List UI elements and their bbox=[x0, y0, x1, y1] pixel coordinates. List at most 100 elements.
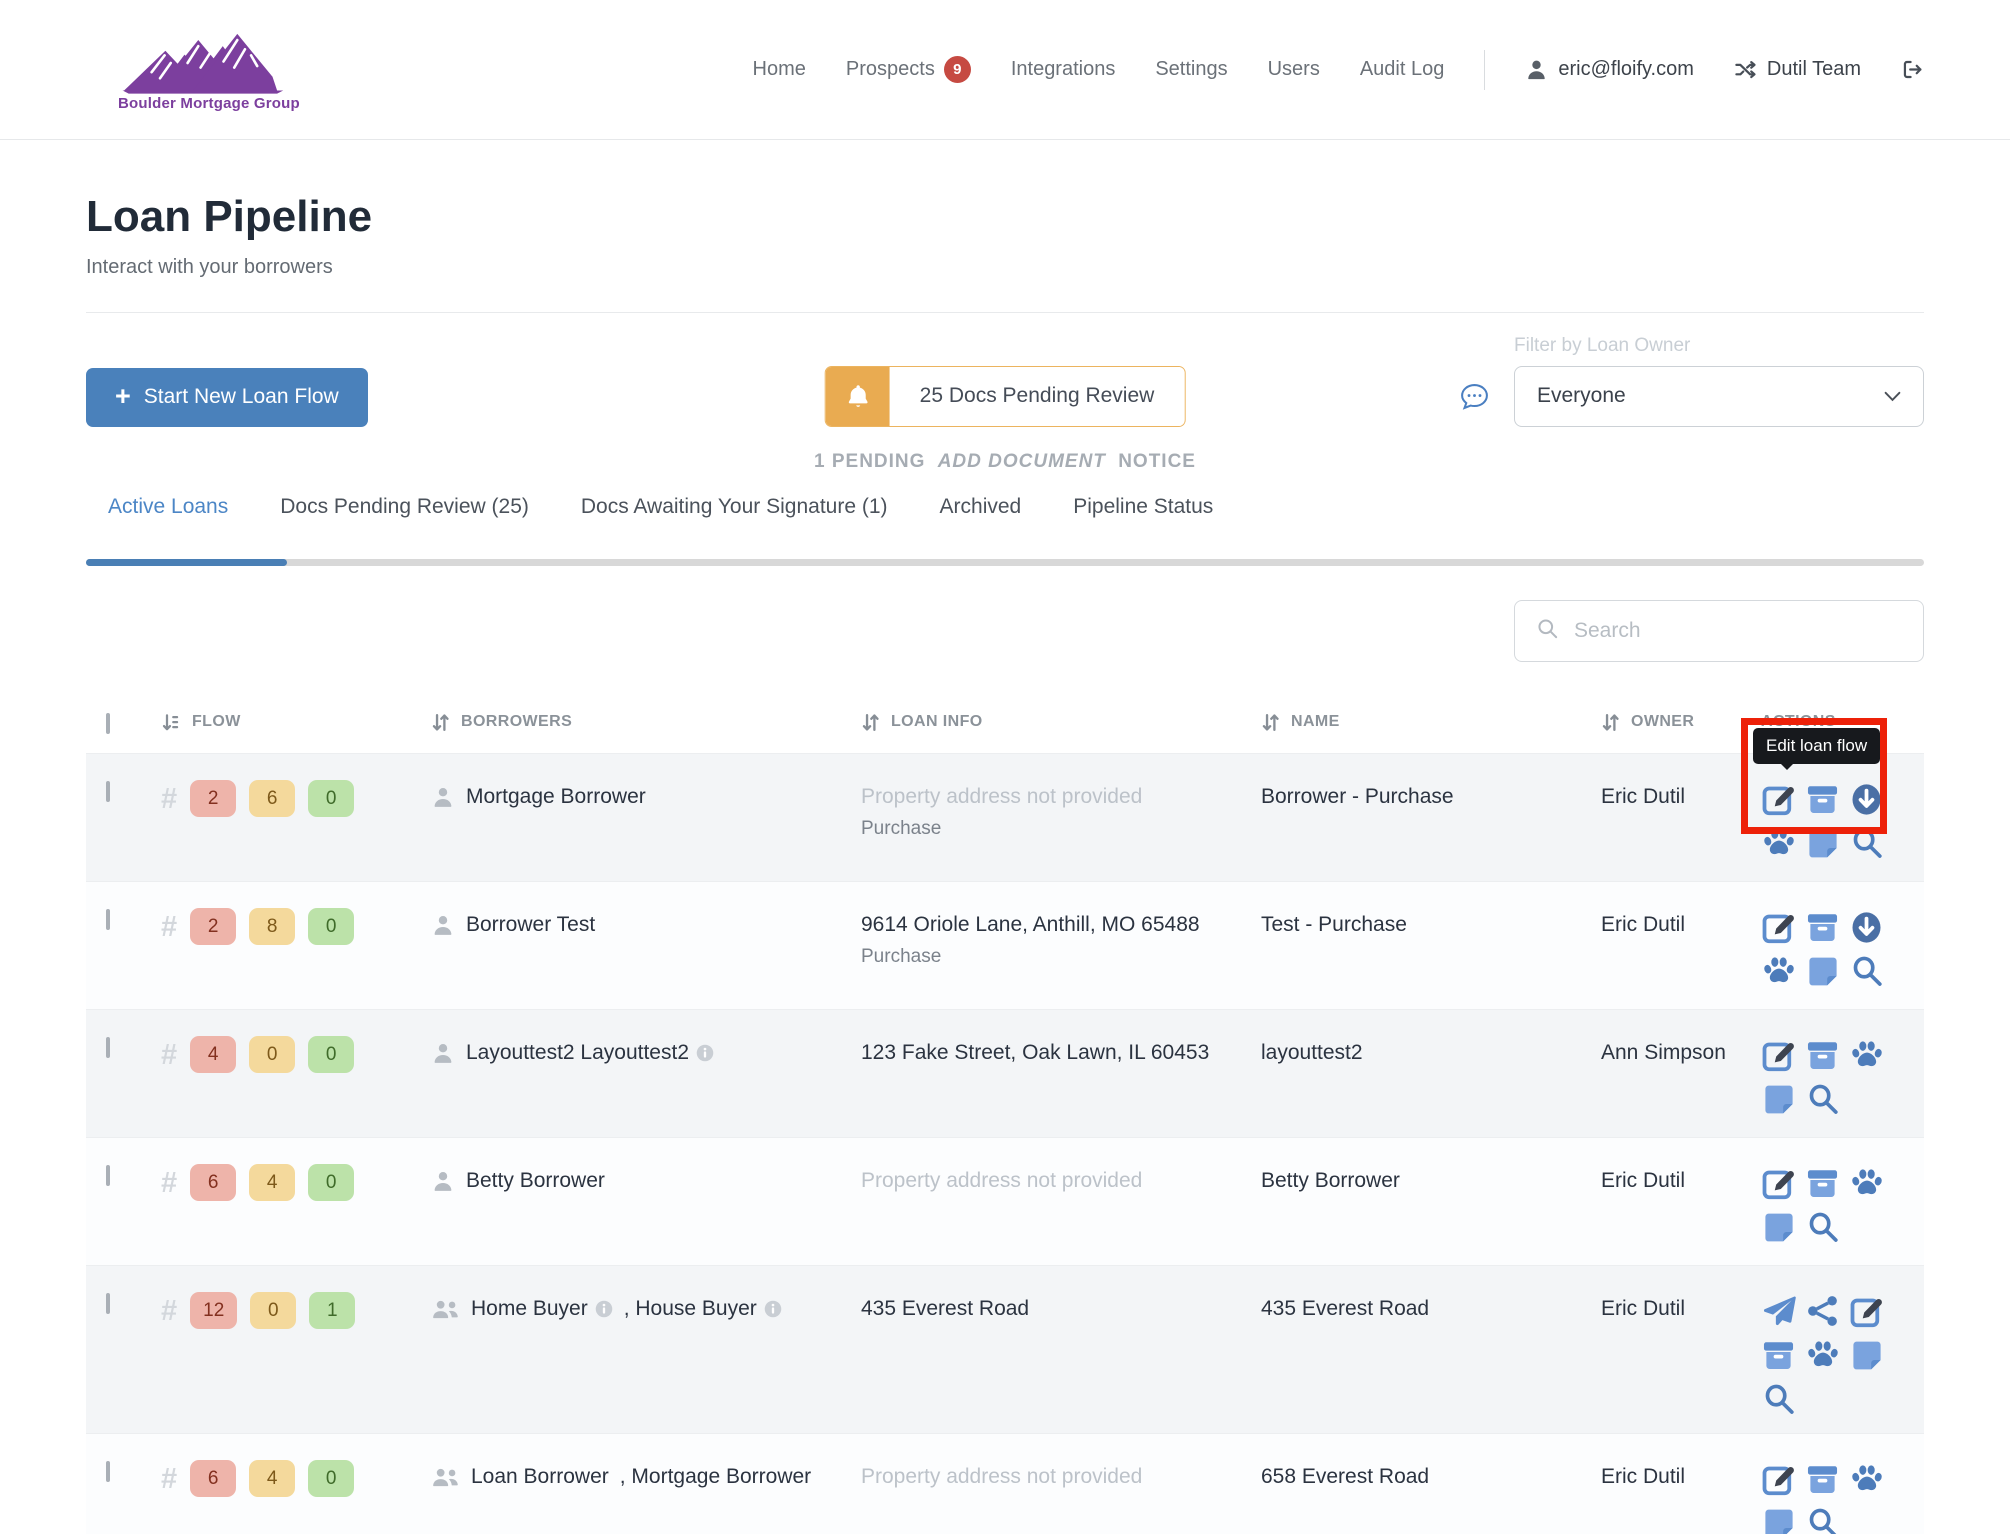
flow-badge-red[interactable]: 6 bbox=[190, 1164, 236, 1201]
flow-badge-red[interactable]: 12 bbox=[190, 1292, 237, 1329]
action-paw-button[interactable] bbox=[1849, 1166, 1884, 1201]
flow-badge-red[interactable]: 2 bbox=[190, 780, 236, 817]
tab-docs-pending-review-25[interactable]: Docs Pending Review (25) bbox=[280, 495, 529, 519]
action-archive-button[interactable] bbox=[1805, 1166, 1840, 1201]
action-paw-button[interactable] bbox=[1761, 826, 1796, 861]
search-input[interactable] bbox=[1574, 619, 1902, 643]
loan-name-cell: Borrower - Purchase bbox=[1261, 780, 1601, 809]
loan-owner-select[interactable]: Everyone bbox=[1514, 366, 1924, 427]
action-note-button[interactable] bbox=[1805, 826, 1840, 861]
action-magnify-button[interactable] bbox=[1761, 1382, 1796, 1417]
flow-badge-green[interactable]: 0 bbox=[308, 908, 354, 945]
action-note-button[interactable] bbox=[1805, 954, 1840, 989]
row-select-checkbox[interactable] bbox=[106, 781, 110, 802]
action-archive-button[interactable] bbox=[1761, 1338, 1796, 1373]
column-header-owner[interactable]: OWNER bbox=[1601, 712, 1761, 733]
action-paw-button[interactable] bbox=[1761, 954, 1796, 989]
loan-info-cell: Property address not provided Purchase bbox=[861, 780, 1261, 840]
action-edit-button[interactable] bbox=[1761, 1462, 1796, 1497]
action-share-button[interactable] bbox=[1805, 1294, 1840, 1329]
flow-badge-yellow[interactable]: 4 bbox=[249, 1164, 295, 1201]
action-magnify-button[interactable] bbox=[1805, 1210, 1840, 1245]
action-send-button[interactable] bbox=[1761, 1294, 1796, 1329]
nav-team-switcher[interactable]: Dutil Team bbox=[1734, 58, 1861, 81]
action-archive-button[interactable] bbox=[1805, 782, 1840, 817]
flow-badge-yellow[interactable]: 8 bbox=[249, 908, 295, 945]
column-header-loan-info[interactable]: LOAN INFO bbox=[861, 712, 1261, 733]
flow-badge-red[interactable]: 2 bbox=[190, 908, 236, 945]
sort-amount-icon bbox=[161, 712, 181, 733]
action-magnify-button[interactable] bbox=[1849, 826, 1884, 861]
action-edit-button[interactable] bbox=[1761, 910, 1796, 945]
info-icon[interactable] bbox=[764, 1300, 782, 1318]
nav-item-settings[interactable]: Settings bbox=[1155, 58, 1227, 81]
action-archive-button[interactable] bbox=[1805, 910, 1840, 945]
column-header-flow[interactable]: FLOW bbox=[161, 712, 431, 733]
action-paw-button[interactable] bbox=[1805, 1338, 1840, 1373]
action-edit-button[interactable] bbox=[1761, 1038, 1796, 1073]
sign-out-button[interactable] bbox=[1901, 58, 1924, 81]
docs-pending-notice[interactable]: 25 Docs Pending Review bbox=[825, 366, 1186, 427]
tab-pipeline-status[interactable]: Pipeline Status bbox=[1073, 495, 1213, 519]
action-note-button[interactable] bbox=[1761, 1210, 1796, 1245]
tab-docs-awaiting-your-signature-1[interactable]: Docs Awaiting Your Signature (1) bbox=[581, 495, 888, 519]
row-select-checkbox[interactable] bbox=[106, 1293, 110, 1314]
flow-badge-green[interactable]: 0 bbox=[308, 1164, 354, 1201]
column-header-name[interactable]: NAME bbox=[1261, 712, 1601, 733]
nav-item-prospects[interactable]: Prospects 9 bbox=[846, 56, 971, 83]
flow-badge-green[interactable]: 0 bbox=[308, 780, 354, 817]
action-note-button[interactable] bbox=[1761, 1506, 1796, 1534]
brand-logo[interactable]: Boulder Mortgage Group bbox=[118, 27, 300, 112]
action-magnify-button[interactable] bbox=[1805, 1506, 1840, 1534]
row-select-checkbox[interactable] bbox=[106, 1165, 110, 1186]
action-circle-down-button[interactable] bbox=[1849, 910, 1884, 945]
chat-bubble-icon[interactable] bbox=[1459, 381, 1490, 412]
flow-badge-red[interactable]: 4 bbox=[190, 1036, 236, 1073]
action-circle-down-button[interactable] bbox=[1849, 782, 1884, 817]
property-address: 123 Fake Street, Oak Lawn, IL 60453 bbox=[861, 1041, 1241, 1065]
nav-user-account[interactable]: eric@floify.com bbox=[1525, 58, 1694, 81]
action-magnify-button[interactable] bbox=[1849, 954, 1884, 989]
flow-badge-yellow[interactable]: 0 bbox=[250, 1292, 296, 1329]
column-label: FLOW bbox=[192, 713, 241, 731]
tab-archived[interactable]: Archived bbox=[940, 495, 1022, 519]
action-archive-button[interactable] bbox=[1805, 1462, 1840, 1497]
nav-item-users[interactable]: Users bbox=[1268, 58, 1320, 81]
action-note-button[interactable] bbox=[1849, 1338, 1884, 1373]
start-new-loan-flow-button[interactable]: + Start New Loan Flow bbox=[86, 368, 368, 427]
flow-badge-green[interactable]: 1 bbox=[309, 1292, 355, 1329]
nav-item-home[interactable]: Home bbox=[753, 58, 806, 81]
select-all-checkbox[interactable] bbox=[106, 713, 110, 734]
flow-badge-yellow[interactable]: 6 bbox=[249, 780, 295, 817]
action-note-button[interactable] bbox=[1761, 1082, 1796, 1117]
flow-badge-green[interactable]: 0 bbox=[308, 1036, 354, 1073]
tab-active-loans[interactable]: Active Loans bbox=[108, 495, 228, 519]
row-select-checkbox[interactable] bbox=[106, 1037, 110, 1058]
borrowers-cell: Loan Borrower , Mortgage Borrower bbox=[431, 1460, 861, 1489]
nav-item-label: Prospects bbox=[846, 58, 935, 81]
flow-badge-yellow[interactable]: 4 bbox=[249, 1460, 295, 1497]
borrower-name: Mortgage Borrower bbox=[466, 785, 646, 809]
flow-badge-red[interactable]: 6 bbox=[190, 1460, 236, 1497]
column-header-borrowers[interactable]: BORROWERS bbox=[431, 712, 861, 733]
loan-purpose: Purchase bbox=[861, 818, 1241, 840]
hash-icon: # bbox=[161, 912, 177, 941]
loan-name-cell: 658 Everest Road bbox=[1261, 1460, 1601, 1489]
action-paw-button[interactable] bbox=[1849, 1038, 1884, 1073]
action-edit-button[interactable] bbox=[1849, 1294, 1884, 1329]
row-select-checkbox[interactable] bbox=[106, 1461, 110, 1482]
table-row: # 4 0 0 Layouttest2 Layouttest2 123 Fake… bbox=[86, 1009, 1924, 1137]
nav-item-integrations[interactable]: Integrations bbox=[1011, 58, 1116, 81]
action-magnify-button[interactable] bbox=[1805, 1082, 1840, 1117]
action-edit-button[interactable] bbox=[1761, 782, 1796, 817]
flow-badge-yellow[interactable]: 0 bbox=[249, 1036, 295, 1073]
action-edit-button[interactable] bbox=[1761, 1166, 1796, 1201]
nav-item-audit-log[interactable]: Audit Log bbox=[1360, 58, 1445, 81]
row-select-checkbox[interactable] bbox=[106, 909, 110, 930]
sort-updown-icon bbox=[431, 712, 450, 733]
info-icon[interactable] bbox=[696, 1044, 714, 1062]
action-archive-button[interactable] bbox=[1805, 1038, 1840, 1073]
flow-badge-green[interactable]: 0 bbox=[308, 1460, 354, 1497]
info-icon[interactable] bbox=[595, 1300, 613, 1318]
action-paw-button[interactable] bbox=[1849, 1462, 1884, 1497]
